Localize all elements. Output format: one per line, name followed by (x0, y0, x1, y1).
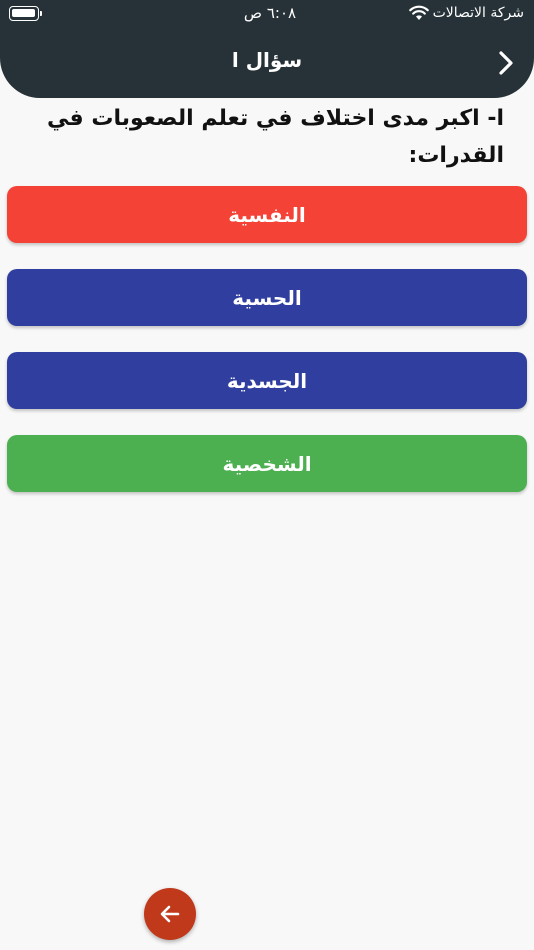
answer-option-4[interactable]: الشخصية (7, 435, 527, 492)
previous-button[interactable] (144, 888, 196, 940)
app-header: ٦:٠٨ ص شركة الاتصالات سؤال ا (0, 0, 534, 98)
chevron-right-icon[interactable] (496, 50, 516, 76)
battery-icon (9, 6, 42, 21)
status-time: ٦:٠٨ ص (243, 4, 297, 22)
carrier-name: شركة الاتصالات (432, 5, 524, 21)
status-bar: ٦:٠٨ ص شركة الاتصالات (0, 0, 534, 30)
answer-option-3[interactable]: الجسدية (7, 352, 527, 409)
page-title: سؤال ا (231, 48, 303, 72)
answer-option-1[interactable]: النفسية (7, 186, 527, 243)
question-text: ا- اكبر مدى اختلاف في تعلم الصعوبات في ا… (47, 106, 504, 168)
wifi-icon (409, 5, 429, 20)
answer-option-2[interactable]: الحسية (7, 269, 527, 326)
arrow-left-icon (160, 905, 180, 923)
